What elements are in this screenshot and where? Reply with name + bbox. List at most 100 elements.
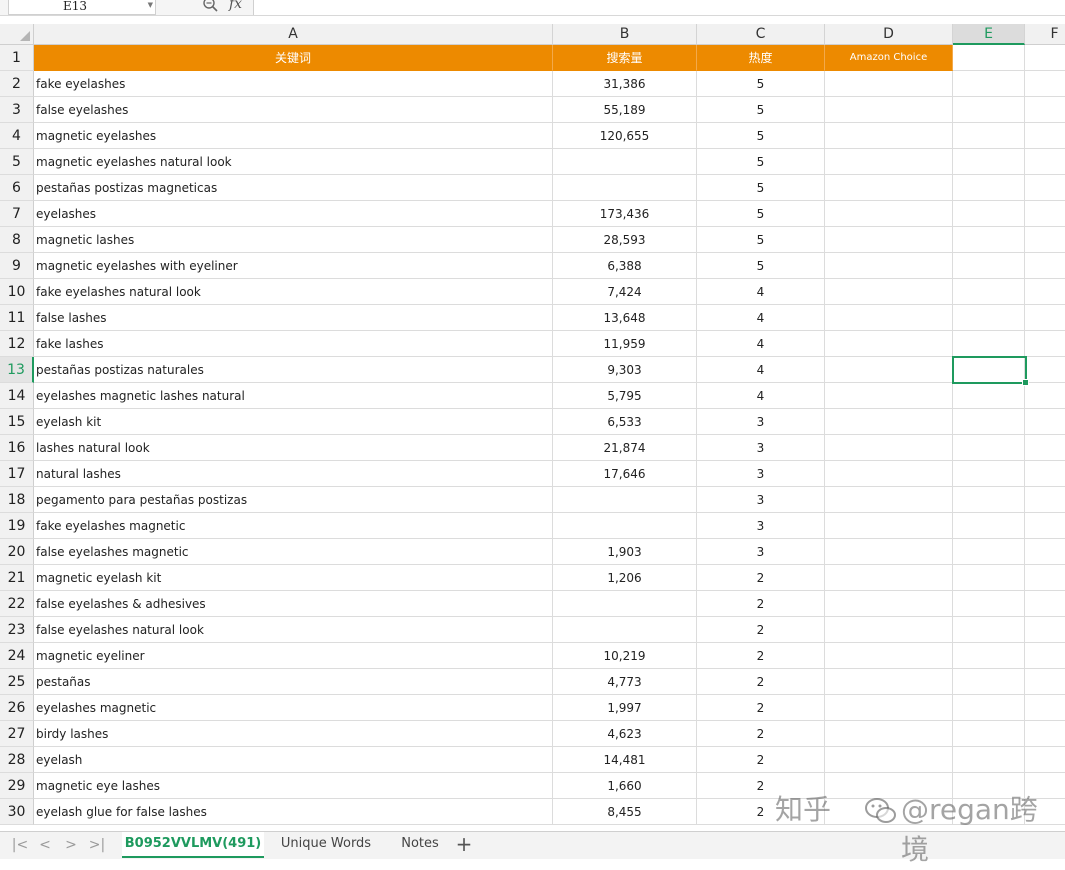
row-header[interactable]: 20 — [0, 539, 34, 565]
search-volume-cell[interactable] — [553, 513, 697, 539]
row-header[interactable]: 8 — [0, 227, 34, 253]
row-header[interactable]: 15 — [0, 409, 34, 435]
table-cell[interactable] — [1025, 721, 1065, 747]
table-cell[interactable] — [953, 617, 1025, 643]
amazon-choice-cell[interactable] — [825, 695, 953, 721]
heat-cell[interactable]: 5 — [697, 149, 825, 175]
last-sheet-icon[interactable]: >| — [88, 836, 106, 854]
keyword-cell[interactable]: pestañas postizas naturales — [34, 357, 553, 383]
sheet-tab[interactable]: B0952VVLMV(491) — [122, 832, 264, 858]
row-header[interactable]: 22 — [0, 591, 34, 617]
row-header[interactable]: 12 — [0, 331, 34, 357]
row-header[interactable]: 14 — [0, 383, 34, 409]
heat-cell[interactable]: 3 — [697, 409, 825, 435]
heat-cell[interactable]: 2 — [697, 591, 825, 617]
keyword-cell[interactable]: eyelashes magnetic lashes natural — [34, 383, 553, 409]
heat-cell[interactable]: 5 — [697, 227, 825, 253]
table-cell[interactable] — [953, 747, 1025, 773]
table-cell[interactable] — [1025, 45, 1065, 71]
search-volume-cell[interactable] — [553, 487, 697, 513]
zoom-icon[interactable] — [202, 0, 220, 13]
table-cell[interactable] — [1025, 331, 1065, 357]
table-cell[interactable] — [953, 123, 1025, 149]
table-cell[interactable] — [1025, 591, 1065, 617]
table-cell[interactable] — [1025, 71, 1065, 97]
fx-icon[interactable]: fx — [229, 0, 242, 12]
table-cell[interactable] — [953, 175, 1025, 201]
amazon-choice-cell[interactable] — [825, 123, 953, 149]
row-header[interactable]: 7 — [0, 201, 34, 227]
formula-input[interactable] — [253, 0, 1065, 15]
header-heat[interactable]: 热度 — [697, 45, 825, 71]
table-cell[interactable] — [953, 721, 1025, 747]
keyword-cell[interactable]: fake eyelashes — [34, 71, 553, 97]
sheet-tab[interactable]: Unique Words — [268, 832, 384, 858]
search-volume-cell[interactable]: 5,795 — [553, 383, 697, 409]
search-volume-cell[interactable]: 11,959 — [553, 331, 697, 357]
table-cell[interactable] — [1025, 435, 1065, 461]
table-cell[interactable] — [953, 669, 1025, 695]
row-header[interactable]: 13 — [0, 357, 34, 383]
row-header[interactable]: 27 — [0, 721, 34, 747]
search-volume-cell[interactable]: 55,189 — [553, 97, 697, 123]
search-volume-cell[interactable]: 4,623 — [553, 721, 697, 747]
row-header[interactable]: 29 — [0, 773, 34, 799]
select-all-corner[interactable] — [0, 24, 34, 45]
heat-cell[interactable]: 4 — [697, 279, 825, 305]
table-cell[interactable] — [1025, 97, 1065, 123]
search-volume-cell[interactable]: 6,533 — [553, 409, 697, 435]
table-cell[interactable] — [953, 279, 1025, 305]
amazon-choice-cell[interactable] — [825, 253, 953, 279]
table-cell[interactable] — [953, 227, 1025, 253]
column-header-e[interactable]: E — [953, 24, 1025, 45]
table-cell[interactable] — [1025, 669, 1065, 695]
heat-cell[interactable]: 3 — [697, 461, 825, 487]
row-header[interactable]: 25 — [0, 669, 34, 695]
amazon-choice-cell[interactable] — [825, 175, 953, 201]
header-keyword[interactable]: 关键词 — [34, 45, 553, 71]
keyword-cell[interactable]: fake eyelashes natural look — [34, 279, 553, 305]
row-header[interactable]: 4 — [0, 123, 34, 149]
search-volume-cell[interactable]: 1,206 — [553, 565, 697, 591]
table-cell[interactable] — [1025, 279, 1065, 305]
amazon-choice-cell[interactable] — [825, 513, 953, 539]
table-cell[interactable] — [953, 305, 1025, 331]
row-header[interactable]: 21 — [0, 565, 34, 591]
heat-cell[interactable]: 3 — [697, 539, 825, 565]
heat-cell[interactable]: 2 — [697, 695, 825, 721]
table-cell[interactable] — [953, 591, 1025, 617]
table-cell[interactable] — [1025, 617, 1065, 643]
table-cell[interactable] — [953, 357, 1025, 383]
search-volume-cell[interactable]: 173,436 — [553, 201, 697, 227]
row-header[interactable]: 9 — [0, 253, 34, 279]
keyword-cell[interactable]: eyelash — [34, 747, 553, 773]
amazon-choice-cell[interactable] — [825, 97, 953, 123]
amazon-choice-cell[interactable] — [825, 435, 953, 461]
keyword-cell[interactable]: lashes natural look — [34, 435, 553, 461]
row-header[interactable]: 26 — [0, 695, 34, 721]
keyword-cell[interactable]: eyelash glue for false lashes — [34, 799, 553, 825]
header-amazon-choice[interactable]: Amazon Choice — [825, 45, 953, 71]
keyword-cell[interactable]: fake eyelashes magnetic — [34, 513, 553, 539]
search-volume-cell[interactable]: 6,388 — [553, 253, 697, 279]
search-volume-cell[interactable]: 10,219 — [553, 643, 697, 669]
column-header-b[interactable]: B — [553, 24, 697, 45]
amazon-choice-cell[interactable] — [825, 591, 953, 617]
amazon-choice-cell[interactable] — [825, 305, 953, 331]
search-volume-cell[interactable] — [553, 617, 697, 643]
search-volume-cell[interactable]: 31,386 — [553, 71, 697, 97]
table-cell[interactable] — [1025, 409, 1065, 435]
table-cell[interactable] — [1025, 357, 1065, 383]
heat-cell[interactable]: 5 — [697, 201, 825, 227]
row-header[interactable]: 30 — [0, 799, 34, 825]
amazon-choice-cell[interactable] — [825, 227, 953, 253]
table-cell[interactable] — [953, 435, 1025, 461]
sheet-tab[interactable]: Notes — [388, 832, 452, 858]
search-volume-cell[interactable]: 7,424 — [553, 279, 697, 305]
row-header[interactable]: 5 — [0, 149, 34, 175]
keyword-cell[interactable]: magnetic eyelashes natural look — [34, 149, 553, 175]
keyword-cell[interactable]: false eyelashes & adhesives — [34, 591, 553, 617]
header-search-volume[interactable]: 搜索量 — [553, 45, 697, 71]
keyword-cell[interactable]: magnetic lashes — [34, 227, 553, 253]
search-volume-cell[interactable]: 1,903 — [553, 539, 697, 565]
